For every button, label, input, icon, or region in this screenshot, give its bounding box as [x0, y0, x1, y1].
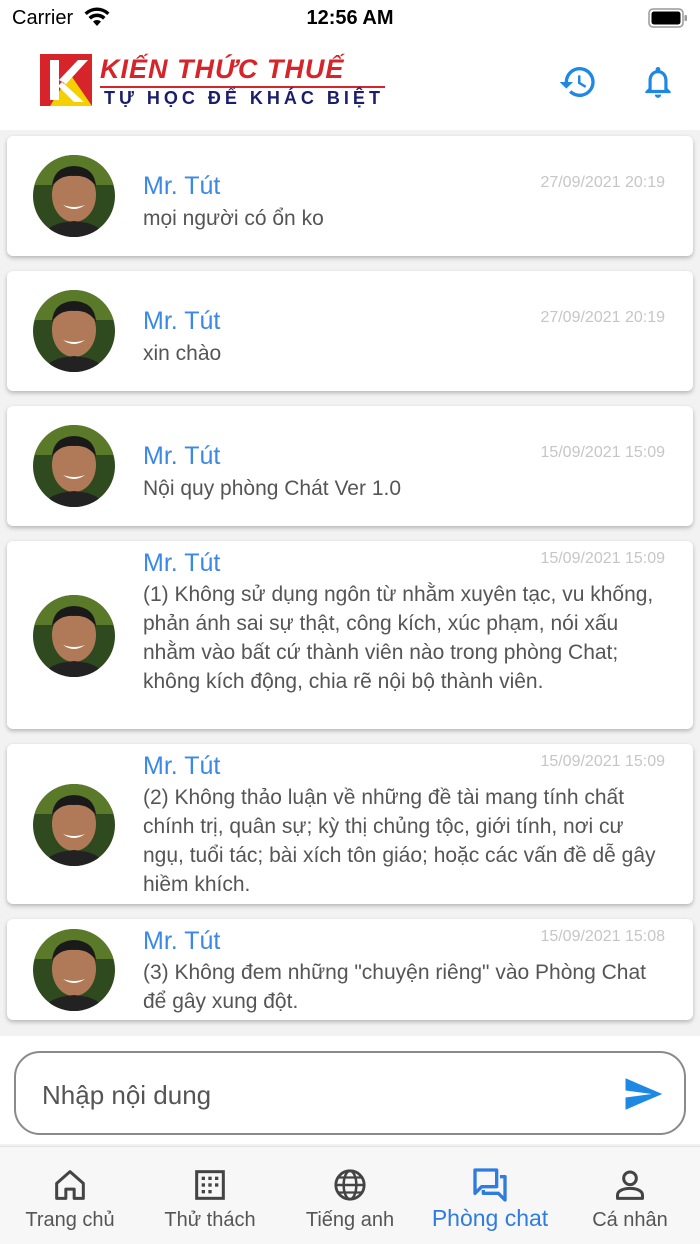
- nav-label: Tiếng anh: [305, 1209, 395, 1231]
- person-icon: [616, 1170, 644, 1200]
- message-input-box[interactable]: [14, 1051, 686, 1135]
- message-text: (1) Không sử dụng ngôn từ nhằm xuyên tạc…: [143, 583, 654, 693]
- bottom-navigation: Trang chủ Thử thách Tiếng anh Phòng chat: [0, 1146, 700, 1244]
- avatar: [33, 784, 115, 866]
- avatar: [33, 425, 115, 507]
- logo-k-icon: [40, 54, 92, 106]
- message-text: (3) Không đem những "chuyện riêng" vào P…: [143, 961, 646, 1013]
- send-button[interactable]: [622, 1073, 664, 1115]
- message-sender: Mr. Tút: [143, 549, 221, 577]
- message-text: Nội quy phòng Chát Ver 1.0: [143, 477, 402, 500]
- chat-message-list[interactable]: Mr. Tút 27/09/2021 20:19 mọi người có ổn…: [0, 130, 700, 1036]
- message-sender: Mr. Tút: [143, 307, 221, 335]
- chat-message[interactable]: Mr. Tút 15/09/2021 15:09 (2) Không thảo …: [7, 744, 693, 904]
- message-text: (2) Không thảo luận về những đề tài mang…: [143, 786, 656, 896]
- message-sender: Mr. Tút: [143, 752, 221, 780]
- message-timestamp: 15/09/2021 15:08: [540, 928, 665, 945]
- app-logo: KIẾN THỨC THUẾ TỰ HỌC ĐỂ KHÁC BIỆT: [40, 52, 390, 112]
- chat-message[interactable]: Mr. Tút 15/09/2021 15:09 Nội quy phòng C…: [7, 406, 693, 526]
- nav-item-chat-room[interactable]: Phòng chat: [420, 1147, 560, 1244]
- message-timestamp: 27/09/2021 20:19: [540, 174, 665, 191]
- avatar: [33, 290, 115, 372]
- avatar: [33, 155, 115, 237]
- avatar: [33, 595, 115, 677]
- message-composer: [0, 1036, 700, 1144]
- bell-icon: [645, 66, 671, 98]
- nav-item-challenge[interactable]: Thử thách: [140, 1147, 280, 1244]
- globe-icon: [334, 1169, 366, 1201]
- history-icon: [559, 67, 595, 97]
- battery-icon: [648, 8, 688, 28]
- nav-label: Thử thách: [164, 1209, 256, 1231]
- chat-icon: [473, 1168, 507, 1202]
- chat-message[interactable]: Mr. Tút 15/09/2021 15:08 (3) Không đem n…: [7, 919, 693, 1020]
- nav-item-profile[interactable]: Cá nhân: [560, 1147, 700, 1244]
- nav-label: Phòng chat: [431, 1205, 549, 1231]
- message-timestamp: 27/09/2021 20:19: [540, 309, 665, 326]
- chat-message[interactable]: Mr. Tút 15/09/2021 15:09 (1) Không sử dụ…: [7, 541, 693, 729]
- status-bar: Carrier 12:56 AM: [0, 0, 700, 36]
- clock: 12:56 AM: [306, 7, 394, 29]
- message-input[interactable]: [42, 1077, 602, 1113]
- logo-subtitle: TỰ HỌC ĐỂ KHÁC BIỆT: [104, 88, 384, 108]
- message-timestamp: 15/09/2021 15:09: [540, 753, 665, 770]
- message-text: xin chào: [143, 342, 222, 365]
- home-icon: [55, 1170, 85, 1200]
- message-timestamp: 15/09/2021 15:09: [540, 550, 665, 567]
- avatar: [33, 929, 115, 1011]
- grid-calendar-icon: [195, 1170, 225, 1200]
- history-button[interactable]: [556, 60, 600, 104]
- message-sender: Mr. Tút: [143, 442, 221, 470]
- notifications-button[interactable]: [636, 60, 680, 104]
- message-text: mọi người có ổn ko: [143, 207, 324, 230]
- message-timestamp: 15/09/2021 15:09: [540, 444, 665, 461]
- nav-item-home[interactable]: Trang chủ: [0, 1147, 140, 1244]
- chat-message[interactable]: Mr. Tút 27/09/2021 20:19 xin chào: [7, 271, 693, 391]
- app-header: KIẾN THỨC THUẾ TỰ HỌC ĐỂ KHÁC BIỆT: [0, 36, 700, 130]
- logo-title: KIẾN THỨC THUẾ: [100, 54, 345, 84]
- nav-label: Trang chủ: [25, 1209, 115, 1231]
- message-sender: Mr. Tút: [143, 172, 221, 200]
- nav-label: Cá nhân: [592, 1209, 668, 1231]
- send-icon: [625, 1078, 663, 1110]
- nav-item-english[interactable]: Tiếng anh: [280, 1147, 420, 1244]
- message-sender: Mr. Tút: [143, 927, 221, 955]
- chat-message[interactable]: Mr. Tút 27/09/2021 20:19 mọi người có ổn…: [7, 136, 693, 256]
